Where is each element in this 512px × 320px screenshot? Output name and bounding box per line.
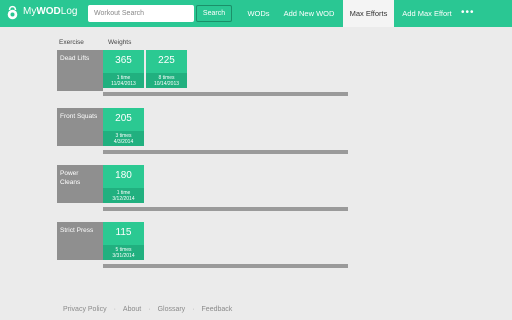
progress-bar	[103, 207, 348, 211]
footer-separator: ·	[192, 306, 195, 313]
tile-weight: 180	[115, 170, 132, 181]
app-logo[interactable]: MyWODLog	[7, 4, 77, 20]
tile-meta: 1 time 11/24/2013	[103, 73, 144, 88]
footer-separator: ·	[113, 306, 116, 313]
footer-separator: ·	[148, 306, 151, 313]
tile-meta: 1 time 3/12/2014	[103, 188, 144, 203]
footer-link-glossary[interactable]: Glossary	[158, 306, 186, 313]
footer-links: Privacy Policy · About · Glossary · Feed…	[63, 306, 232, 313]
progress-bar	[103, 150, 348, 154]
tile-date: 3/31/2014	[112, 253, 135, 259]
max-effort-tile[interactable]: 225 8 times 10/14/2013	[146, 50, 187, 88]
more-menu-icon[interactable]: •••	[461, 0, 475, 27]
max-effort-tile[interactable]: 365 1 time 11/24/2013	[103, 50, 144, 88]
max-effort-tile[interactable]: 115 5 times 3/31/2014	[103, 222, 144, 260]
search-button[interactable]: Search	[196, 5, 232, 22]
tile-meta: 8 times 10/14/2013	[146, 73, 187, 88]
tile-date: 11/24/2013	[111, 81, 136, 87]
exercise-name: Power Cleans	[57, 165, 103, 203]
max-effort-tile[interactable]: 180 1 time 3/12/2014	[103, 165, 144, 203]
max-effort-tile[interactable]: 205 3 times 4/3/2014	[103, 108, 144, 146]
tile-date: 10/14/2013	[153, 81, 180, 87]
tile-meta: 5 times 3/31/2014	[103, 245, 144, 260]
nav-wods[interactable]: WODs	[240, 0, 277, 27]
app-name: MyWODLog	[23, 6, 78, 17]
exercise-name: Dead Lifts	[57, 50, 103, 91]
workout-search-input[interactable]: Workout Search	[88, 5, 194, 22]
footer-link-privacy-policy[interactable]: Privacy Policy	[63, 306, 107, 313]
exercise-column-header: Exercise	[59, 39, 84, 46]
progress-bar	[103, 264, 348, 268]
tile-weight: 205	[115, 113, 132, 124]
nav-add-max-effort[interactable]: Add Max Effort	[398, 0, 456, 27]
exercise-name: Strict Press	[57, 222, 103, 260]
kettlebell-icon	[7, 5, 18, 20]
top-nav-bar: MyWODLog Workout Search Search WODs Add …	[0, 0, 512, 27]
exercise-name: Front Squats	[57, 108, 103, 146]
tile-date: 4/3/2014	[113, 139, 134, 145]
tile-meta: 3 times 4/3/2014	[103, 131, 144, 146]
footer-link-about[interactable]: About	[123, 306, 141, 313]
tile-date: 3/12/2014	[112, 196, 135, 202]
nav-add-new-wod[interactable]: Add New WOD	[280, 0, 338, 27]
nav-max-efforts[interactable]: Max Efforts	[343, 0, 394, 27]
tile-weight: 225	[158, 55, 175, 66]
weights-column-header: Weights	[108, 39, 132, 46]
tile-weight: 115	[115, 227, 132, 238]
footer-link-feedback[interactable]: Feedback	[202, 306, 233, 313]
progress-bar	[103, 92, 348, 96]
tile-weight: 365	[115, 55, 132, 66]
